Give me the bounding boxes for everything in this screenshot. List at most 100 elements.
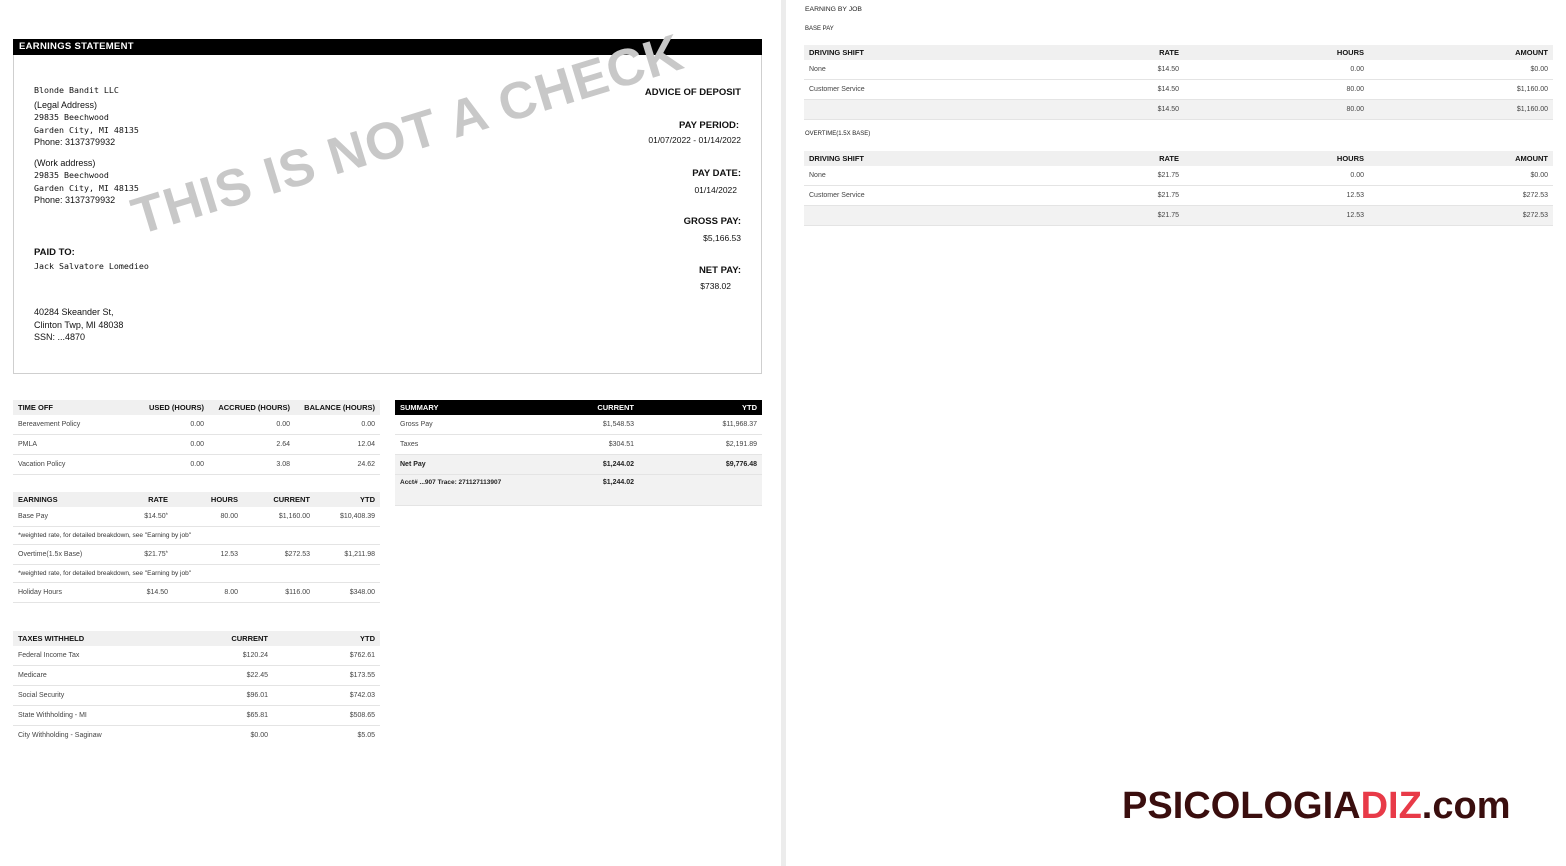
earnings-header: EARNINGS RATE HOURS CURRENT YTD <box>13 492 380 507</box>
cell: Holiday Hours <box>13 582 103 603</box>
cell: 12.53 <box>1184 205 1369 226</box>
overtime-header: DRIVING SHIFT RATE HOURS AMOUNT <box>804 151 1553 166</box>
cell: 3.08 <box>209 454 295 475</box>
cell: $10,408.39 <box>315 507 380 527</box>
cell: Gross Pay <box>395 415 555 435</box>
table-row: City Withholding - Saginaw $0.00 $5.05 <box>13 726 380 746</box>
gross-pay-value: $5,166.53 <box>703 233 741 243</box>
total-row: $21.75 12.53 $272.53 <box>804 205 1553 226</box>
cell: $272.53 <box>243 544 315 565</box>
col-header: TIME OFF <box>13 400 123 415</box>
cell: Vacation Policy <box>13 454 123 475</box>
col-header: CURRENT <box>243 492 315 507</box>
cell: City Withholding - Saginaw <box>18 732 102 739</box>
cell: $2,191.89 <box>639 434 762 455</box>
base-pay-table: DRIVING SHIFT RATE HOURS AMOUNT None $14.… <box>804 45 1553 120</box>
company-address: Blonde Bandit LLC (Legal Address) 29835 … <box>34 84 139 207</box>
earnings-table: EARNINGS RATE HOURS CURRENT YTD Base Pay… <box>13 492 380 603</box>
taxes-withheld-table: TAXES WITHHELD CURRENT YTD Federal Incom… <box>13 631 380 745</box>
cell: $14.50 <box>1004 60 1184 80</box>
payee-city: Clinton Twp, MI 48038 <box>34 319 124 330</box>
cell: $1,160.00 <box>243 507 315 527</box>
pay-date-label: PAY DATE: <box>692 168 741 179</box>
advice-of-deposit: ADVICE OF DEPOSIT <box>644 87 741 98</box>
table-row: Social Security $96.01 $742.03 <box>13 685 380 706</box>
cell: $0.00 <box>1369 60 1553 80</box>
rate-cell: $14.50* <box>103 507 173 527</box>
cell: $9,776.48 <box>639 454 762 475</box>
cell: Social Security <box>13 685 173 706</box>
summary-header: SUMMARY CURRENT YTD <box>395 400 762 415</box>
cell: $762.61 <box>273 646 380 666</box>
col-header: AMOUNT <box>1369 45 1553 60</box>
cell: Federal Income Tax <box>13 646 173 666</box>
total-row: $14.50 80.00 $1,160.00 <box>804 99 1553 120</box>
col-header: HOURS <box>1184 151 1369 166</box>
net-pay-row: Net Pay $1,244.02 $9,776.48 <box>395 454 762 475</box>
summary-table: SUMMARY CURRENT YTD Gross Pay $1,548.53 $1… <box>395 400 762 506</box>
cell: None <box>804 166 1004 186</box>
col-header: DRIVING SHIFT <box>804 45 1004 60</box>
cell: $173.55 <box>273 665 380 686</box>
table-row: Vacation Policy 0.00 3.08 24.62 <box>13 454 380 475</box>
cell: $22.45 <box>173 665 273 686</box>
cell: $1,160.00 <box>1369 99 1553 120</box>
col-header: YTD <box>273 631 380 646</box>
company-name: Blonde Bandit LLC <box>34 85 119 95</box>
table-row: Overtime(1.5x Base) $21.75* 12.53 $272.53 $1… <box>13 544 380 565</box>
cell: $5.05 <box>357 732 375 739</box>
cell: Medicare <box>13 665 173 686</box>
cell: $1,211.98 <box>315 544 380 565</box>
pay-period-label: PAY PERIOD: <box>678 120 739 131</box>
time-off-header: TIME OFF USED (HOURS) ACCRUED (HOURS) BA… <box>13 400 380 415</box>
payee-name: Jack Salvatore Lomedieo <box>34 260 149 271</box>
brand-part: .com <box>1421 785 1511 827</box>
table-row: Medicare $22.45 $173.55 <box>13 665 380 686</box>
table-row: Customer Service $14.50 80.00 $1,160.00 <box>804 79 1553 100</box>
cell: 12.04 <box>295 434 380 455</box>
footnote-star: * <box>165 513 168 519</box>
overtime-title: OVERTIME(1.5X BASE) <box>805 131 871 137</box>
work-address-label: (Work address) <box>34 157 96 168</box>
cell: $348.00 <box>315 582 380 603</box>
col-header: BALANCE (HOURS) <box>295 400 380 415</box>
col-header: USED (HOURS) <box>123 400 209 415</box>
cell: 2.64 <box>209 434 295 455</box>
cell: $116.00 <box>243 582 315 603</box>
weighted-rate-note: *weighted rate, for detailed breakdown, … <box>13 564 380 583</box>
paid-to-label: PAID TO: <box>34 247 75 258</box>
time-off-table: TIME OFF USED (HOURS) ACCRUED (HOURS) BA… <box>13 400 380 475</box>
table-row: Bereavement Policy 0.00 0.00 0.00 <box>13 415 380 435</box>
col-header: SUMMARY <box>395 400 555 415</box>
payee-street: 40284 Skeander St, <box>34 307 114 317</box>
cell: Customer Service <box>804 185 1004 206</box>
payee-address: 40284 Skeander St, Clinton Twp, MI 48038… <box>34 306 123 344</box>
col-header: YTD <box>639 400 762 415</box>
cell: $0.00 <box>1369 166 1553 186</box>
table-row: PMLA 0.00 2.64 12.04 <box>13 434 380 455</box>
cell: Overtime(1.5x Base) <box>13 544 103 565</box>
col-header: CURRENT <box>555 400 639 415</box>
cell: State Withholding - MI <box>13 705 173 726</box>
col-header: RATE <box>1004 151 1184 166</box>
cell: 80.00 <box>1184 79 1369 100</box>
legal-city: Garden City, MI 48135 <box>34 124 139 135</box>
cell: Taxes <box>395 434 555 455</box>
cell: $304.51 <box>555 434 639 455</box>
cell: $508.65 <box>273 705 380 726</box>
col-header: RATE <box>1004 45 1184 60</box>
weighted-rate-note: *weighted rate, for detailed breakdown, … <box>13 526 380 545</box>
pay-date-value: 01/14/2022 <box>694 185 737 195</box>
cell: Customer Service <box>804 79 1004 100</box>
paid-to-block: PAID TO: Jack Salvatore Lomedieo <box>34 247 149 272</box>
cell: $96.01 <box>173 685 273 706</box>
page-separator <box>781 0 786 866</box>
col-header: TAXES WITHHELD <box>13 631 173 646</box>
cell: $1,548.53 <box>555 415 639 435</box>
table-row: Customer Service $21.75 12.53 $272.53 <box>804 185 1553 206</box>
cell: Acct# ...907 Trace: 271127113907 <box>395 474 555 506</box>
cell: 0.00 <box>123 434 209 455</box>
cell <box>804 99 1004 120</box>
legal-phone: Phone: 3137379932 <box>34 137 116 147</box>
cell: $1,160.00 <box>1369 79 1553 100</box>
